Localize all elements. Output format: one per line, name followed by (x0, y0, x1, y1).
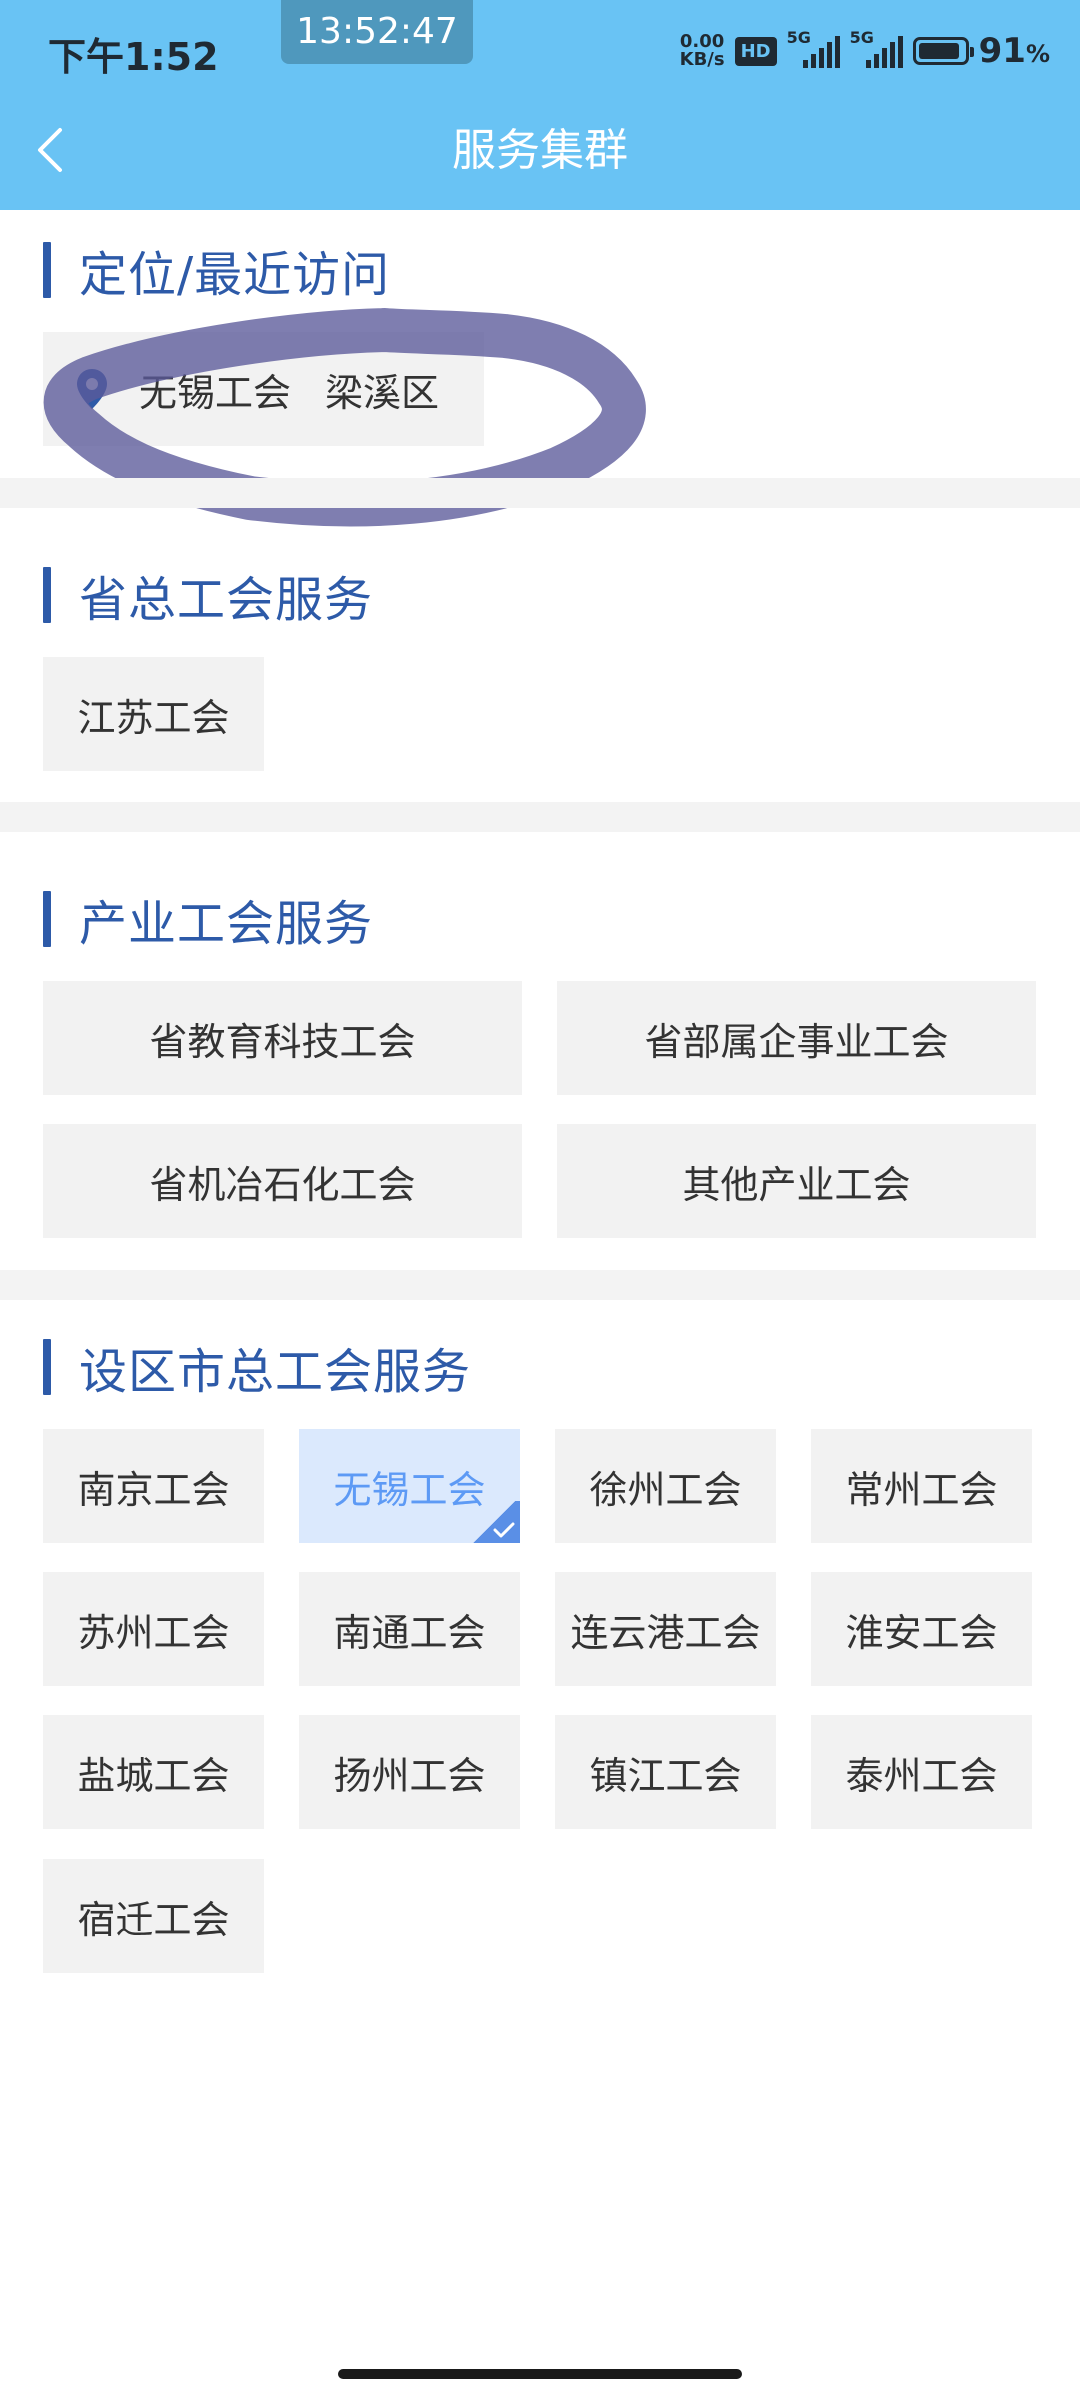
chip-label: 淮安工会 (845, 1610, 998, 1655)
chip-label: 扬州工会 (333, 1753, 486, 1798)
city-chip[interactable]: 徐州工会 (555, 1429, 776, 1543)
signal-icon-2: 5G (850, 28, 903, 68)
chip-label: 其他产业工会 (682, 1162, 911, 1207)
floating-clock: 13:52:47 (281, 0, 473, 64)
section-accent-bar (43, 891, 51, 947)
section-header: 产业工会服务 (43, 889, 373, 952)
chip-label: 省部属企事业工会 (644, 1019, 949, 1064)
union-chip-jiangsu[interactable]: 江苏工会 (43, 657, 264, 771)
city-chip[interactable]: 宿迁工会 (43, 1859, 264, 1973)
section-divider (0, 802, 1080, 832)
chip-label: 无锡工会 (333, 1467, 486, 1512)
section-title-recent: 定位/最近访问 (79, 247, 391, 303)
industry-chip[interactable]: 省教育科技工会 (43, 981, 522, 1095)
industry-chip[interactable]: 其他产业工会 (557, 1124, 1036, 1238)
city-chip[interactable]: 扬州工会 (299, 1715, 520, 1829)
section-divider (0, 478, 1080, 508)
selected-corner-badge (468, 1501, 520, 1543)
network-speed-unit: KB/s (679, 49, 725, 70)
page-title: 服务集群 (452, 125, 628, 176)
status-bar: 下午1:52 13:52:47 0.00 KB/s HD 5G 5G 91% (0, 0, 1080, 100)
chip-label: 徐州工会 (589, 1467, 742, 1512)
section-title-industry: 产业工会服务 (79, 896, 374, 952)
section-title-city: 设区市总工会服务 (79, 1344, 472, 1400)
section-title-provincial: 省总工会服务 (79, 572, 374, 628)
city-chip[interactable]: 连云港工会 (555, 1572, 776, 1686)
city-chip[interactable]: 南通工会 (299, 1572, 520, 1686)
chip-label: 常州工会 (845, 1467, 998, 1512)
network-type-1: 5G (786, 28, 811, 47)
battery-icon (912, 37, 974, 65)
chip-label: 盐城工会 (77, 1753, 230, 1798)
industry-chip[interactable]: 省机冶石化工会 (43, 1124, 522, 1238)
city-chip[interactable]: 淮安工会 (811, 1572, 1032, 1686)
city-chip[interactable]: 常州工会 (811, 1429, 1032, 1543)
section-accent-bar (43, 1339, 51, 1395)
city-chip[interactable]: 盐城工会 (43, 1715, 264, 1829)
location-name: 无锡工会 (139, 370, 292, 415)
chip-label: 江苏工会 (77, 695, 230, 740)
section-accent-bar (43, 567, 51, 623)
header: 下午1:52 13:52:47 0.00 KB/s HD 5G 5G 91% 服… (0, 0, 1080, 210)
status-icons: 0.00 KB/s HD 5G 5G 91% (680, 26, 1050, 76)
location-chip[interactable]: 无锡工会 梁溪区 (43, 332, 484, 446)
location-district: 梁溪区 (325, 370, 440, 415)
chip-label: 南京工会 (77, 1467, 230, 1512)
battery-fill (918, 43, 959, 59)
location-pin-icon (75, 367, 109, 411)
city-chip[interactable]: 泰州工会 (811, 1715, 1032, 1829)
chip-label: 宿迁工会 (77, 1897, 230, 1942)
chip-label: 省教育科技工会 (149, 1019, 416, 1064)
city-chip[interactable]: 南京工会 (43, 1429, 264, 1543)
checkmark-icon (493, 1522, 515, 1538)
section-divider (0, 1270, 1080, 1300)
city-chip[interactable]: 苏州工会 (43, 1572, 264, 1686)
section-header: 省总工会服务 (43, 565, 373, 628)
city-chip[interactable]: 镇江工会 (555, 1715, 776, 1829)
section-header: 定位/最近访问 (43, 240, 390, 303)
status-time: 下午1:52 (48, 35, 219, 79)
section-accent-bar (43, 242, 51, 298)
home-indicator[interactable] (338, 2369, 742, 2379)
battery-percent: 91% (978, 31, 1050, 71)
signal-icon-1: 5G (787, 28, 840, 68)
section-header: 设区市总工会服务 (43, 1337, 471, 1400)
chip-label: 泰州工会 (845, 1753, 998, 1798)
network-speed: 0.00 KB/s (680, 33, 725, 69)
hd-icon: HD (734, 36, 777, 66)
chip-label: 苏州工会 (77, 1610, 230, 1655)
network-type-2: 5G (849, 28, 874, 47)
city-chip-selected[interactable]: 无锡工会 (299, 1429, 520, 1543)
chip-label: 镇江工会 (589, 1753, 742, 1798)
chip-label: 连云港工会 (570, 1610, 761, 1655)
chip-label: 南通工会 (333, 1610, 486, 1655)
chip-label: 省机冶石化工会 (149, 1162, 416, 1207)
industry-chip[interactable]: 省部属企事业工会 (557, 981, 1036, 1095)
